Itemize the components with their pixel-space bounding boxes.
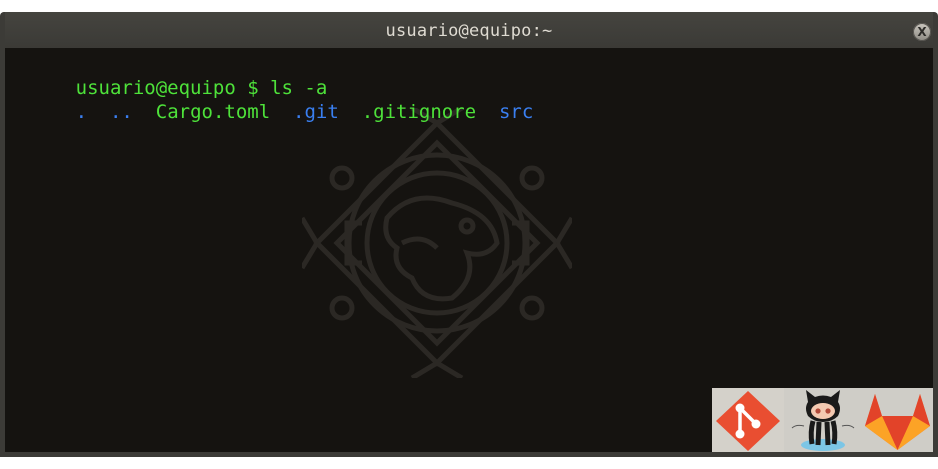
close-button[interactable]: X [913,23,931,41]
title-bar[interactable]: usuario@equipo:~ X [5,12,933,48]
gitlab-icon [862,388,933,452]
terminal-window: usuario@equipo:~ X usuario@equipo $ ls -… [0,12,938,457]
terminal-area[interactable]: usuario@equipo $ ls -a . .. Cargo.toml .… [5,48,933,452]
window-title: usuario@equipo:~ [385,21,553,41]
output-entry-cargo-toml: Cargo.toml [155,101,271,123]
output-line: . .. Cargo.toml .git .gitignore src [7,76,534,148]
output-entry-src: src [498,101,534,123]
vcs-logos-strip [712,388,933,452]
aztec-emblem-icon [302,108,572,378]
output-entry-dotdot: .. [109,101,133,123]
github-octocat-icon [786,388,860,452]
git-icon [712,388,784,452]
output-entry-gitignore: .gitignore [361,101,477,123]
output-entry-git: .git [293,101,339,123]
output-entry-dot: . [75,101,88,123]
